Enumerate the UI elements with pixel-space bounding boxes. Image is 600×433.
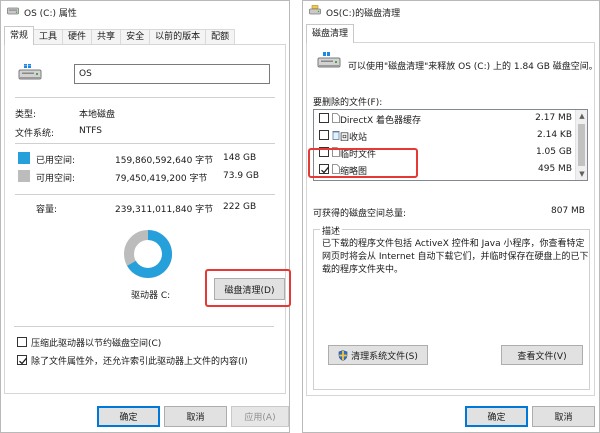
- divider: [15, 143, 275, 144]
- properties-window: OS (C:) 属性 常规 工具 硬件 共享 安全 以前的版本 配额 OS 类型…: [0, 0, 291, 433]
- capacity-label: 容量:: [36, 205, 58, 215]
- hard-drive-icon: [18, 63, 42, 88]
- apply-button[interactable]: 应用(A): [231, 406, 289, 427]
- total-space-label: 可获得的磁盘空间总量:: [313, 209, 407, 219]
- recycle-bin-icon: [332, 131, 340, 140]
- divider: [15, 194, 275, 195]
- filesystem-value: NTFS: [79, 126, 102, 136]
- used-space-gb: 148 GB: [223, 153, 257, 163]
- index-checkbox[interactable]: [17, 355, 27, 365]
- files-to-delete-label: 要删除的文件(F):: [313, 98, 383, 108]
- list-item[interactable]: 回收站 2.14 KB: [314, 127, 572, 144]
- uac-shield-icon: [338, 349, 348, 361]
- tab-previous-versions[interactable]: 以前的版本: [149, 29, 207, 45]
- directx-shader-checkbox[interactable]: [319, 113, 329, 123]
- compress-label: 压缩此驱动器以节约磁盘空间(C): [31, 339, 162, 349]
- disk-cleanup-window: OS(C:)的磁盘清理 磁盘清理 可以使用"磁盘清理"来释放 OS (C:) 上…: [302, 0, 600, 433]
- properties-tabs: 常规 工具 硬件 共享 安全 以前的版本 配额: [1, 26, 289, 45]
- files-scrollbar[interactable]: ▲ ▼: [575, 110, 587, 180]
- capacity-gb: 222 GB: [223, 202, 257, 212]
- list-item-name: 回收站: [340, 133, 368, 143]
- filesystem-label: 文件系统:: [15, 129, 55, 139]
- tab-general[interactable]: 常规: [4, 26, 35, 45]
- clean-system-files-button[interactable]: 清理系统文件(S): [328, 345, 428, 365]
- used-space-bytes: 159,860,592,640 字节: [115, 156, 214, 166]
- free-space-label: 可用空间:: [36, 174, 76, 184]
- divider: [15, 97, 275, 98]
- cancel-button[interactable]: 取消: [164, 406, 227, 427]
- cancel-button[interactable]: 取消: [532, 406, 595, 427]
- cleanup-tabs: 磁盘清理: [303, 24, 599, 43]
- hard-drive-icon: [317, 51, 341, 76]
- tab-quota[interactable]: 配额: [205, 29, 236, 45]
- used-space-swatch: [18, 152, 30, 164]
- used-space-label: 已用空间:: [36, 156, 76, 166]
- ok-button[interactable]: 确定: [97, 406, 160, 427]
- scroll-down-arrow-icon[interactable]: ▼: [576, 168, 587, 180]
- description-text: 已下载的程序文件包括 ActiveX 控件和 Java 小程序，你查看特定网页时…: [322, 239, 589, 275]
- free-space-gb: 73.9 GB: [223, 171, 260, 181]
- scrollbar-thumb[interactable]: [578, 124, 585, 166]
- volume-name-field[interactable]: OS: [74, 64, 270, 84]
- description-group: 描述 已下载的程序文件包括 ActiveX 控件和 Java 小程序，你查看特定…: [313, 224, 590, 390]
- description-title: 描述: [320, 224, 343, 237]
- free-space-swatch: [18, 170, 30, 182]
- file-icon: [332, 113, 340, 123]
- index-label: 除了文件属性外，还允许索引此驱动器上文件的内容(I): [31, 357, 248, 367]
- properties-title: OS (C:) 属性: [24, 8, 77, 19]
- total-space-value: 807 MB: [551, 206, 585, 216]
- disk-usage-donut-chart: [124, 230, 172, 278]
- recycle-bin-checkbox[interactable]: [319, 130, 329, 140]
- list-item-name: DirectX 着色器缓存: [340, 116, 421, 126]
- list-item[interactable]: DirectX 着色器缓存 2.17 MB: [314, 110, 572, 127]
- cleanup-titlebar: OS(C:)的磁盘清理: [303, 1, 599, 23]
- type-label: 类型:: [15, 110, 37, 120]
- tab-sharing[interactable]: 共享: [91, 29, 122, 45]
- cleanup-title: OS(C:)的磁盘清理: [326, 8, 401, 19]
- compress-checkbox[interactable]: [17, 337, 27, 347]
- tab-security[interactable]: 安全: [120, 29, 151, 45]
- properties-titlebar: OS (C:) 属性: [1, 1, 289, 23]
- list-item-size: 495 MB: [538, 164, 572, 174]
- thumbnails-highlight-box: [308, 148, 418, 178]
- clean-system-files-label: 清理系统文件(S): [351, 351, 418, 362]
- list-item-size: 1.05 GB: [535, 147, 572, 157]
- drive-letter-label: 驱动器 C:: [131, 291, 171, 301]
- cleanup-highlight-box: [205, 269, 291, 307]
- view-files-button[interactable]: 查看文件(V): [501, 345, 583, 365]
- cleanup-panel: 可以使用"磁盘清理"来释放 OS (C:) 上的 1.84 GB 磁盘空间。 要…: [306, 42, 598, 396]
- tab-tools[interactable]: 工具: [33, 29, 64, 45]
- cleanup-intro-text: 可以使用"磁盘清理"来释放 OS (C:) 上的 1.84 GB 磁盘空间。: [348, 62, 598, 72]
- free-space-bytes: 79,450,419,200 字节: [115, 174, 208, 184]
- type-value: 本地磁盘: [79, 110, 116, 120]
- tab-hardware[interactable]: 硬件: [62, 29, 93, 45]
- tab-disk-cleanup[interactable]: 磁盘清理: [306, 24, 355, 43]
- checkmark-icon: [19, 357, 27, 365]
- scroll-up-arrow-icon[interactable]: ▲: [576, 110, 587, 122]
- list-item-size: 2.17 MB: [535, 113, 572, 123]
- disk-cleanup-title-icon: [309, 5, 321, 19]
- list-item-size: 2.14 KB: [537, 130, 572, 140]
- drive-title-icon: [7, 6, 19, 19]
- divider: [14, 326, 274, 327]
- ok-button[interactable]: 确定: [465, 406, 528, 427]
